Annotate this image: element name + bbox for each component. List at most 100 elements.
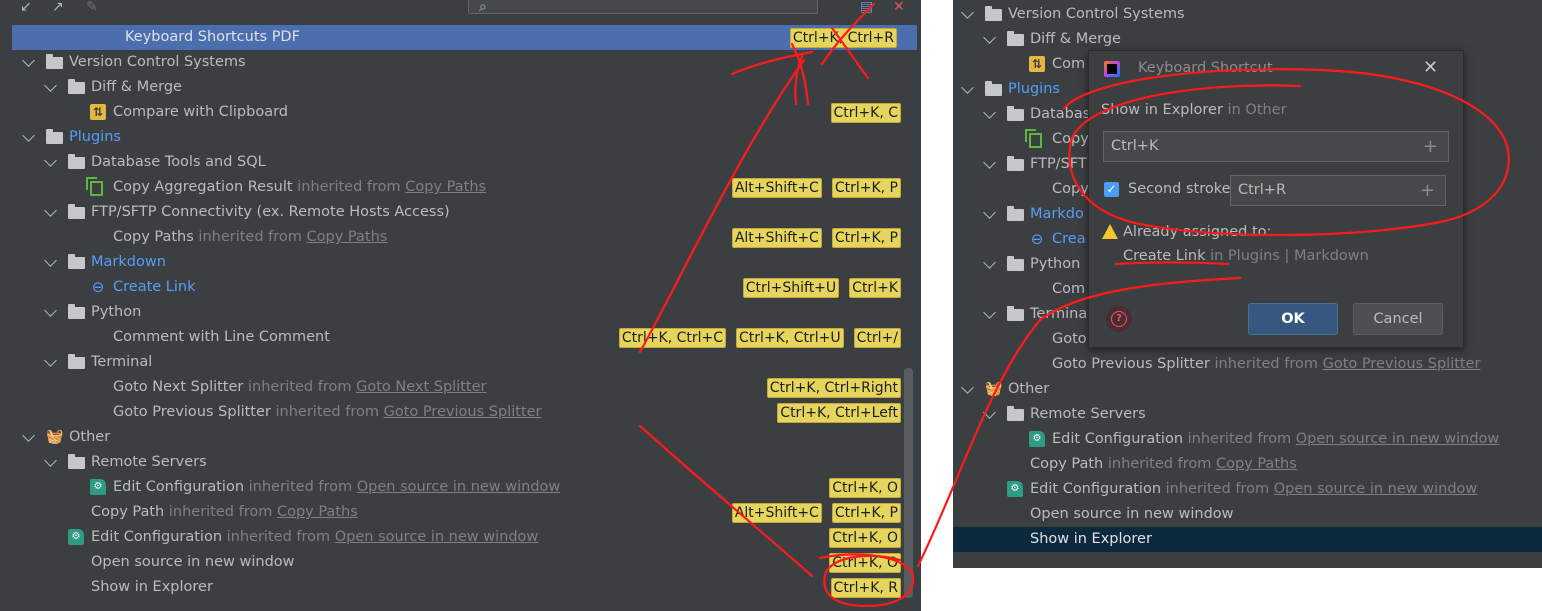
chevron-down-icon[interactable] [22,429,35,442]
tree-row[interactable]: Show in Explorer Ctrl+K, R [0,575,921,600]
tree-row[interactable]: Diff & Merge [0,75,921,100]
inherited-from-link[interactable]: Copy Paths [277,504,358,520]
tree-row-label: Goto Previous Splitter inherited from Go… [113,400,541,425]
chevron-down-icon[interactable] [44,154,57,167]
chevron-down-icon[interactable] [983,31,996,44]
chevron-down-icon[interactable] [983,106,996,119]
tree-row-label: Terminal [91,350,152,375]
tree-row[interactable]: ⚙ Edit Configuration inherited from Open … [0,475,921,500]
tree-row[interactable]: Terminal [0,350,921,375]
shortcut-list: Ctrl+K, R [830,575,901,598]
chevron-down-icon[interactable] [961,6,974,19]
action-label: Goto [1052,331,1087,347]
search-input[interactable]: ⌕ [468,0,818,15]
tree-row[interactable]: 🧺 Other [0,425,921,450]
tree-row[interactable]: Open source in new window [953,502,1542,527]
chevron-down-icon[interactable] [44,454,57,467]
tree-row-label: Com [1052,277,1085,302]
config-icon: ⚙ [1007,481,1023,497]
tree-row[interactable]: ⇅ Compare with Clipboard Ctrl+K, C [0,100,921,125]
tree-row[interactable]: Python [0,300,921,325]
inherited-from-link[interactable]: Open source in new window [335,529,539,545]
tree-row[interactable]: Database Tools and SQL [0,150,921,175]
tree-row[interactable]: ⚙ Edit Configuration inherited from Open … [953,427,1542,452]
action-label: Markdo [1030,206,1084,222]
tree-row[interactable]: Copy Path inherited from Copy Paths [953,452,1542,477]
tree-row[interactable]: Plugins [0,125,921,150]
shortcut-badge: Alt+Shift+C [731,178,822,198]
tree-row[interactable]: Copy Path inherited from Copy Paths Alt+S… [0,500,921,525]
chevron-down-icon[interactable] [44,304,57,317]
tree-row[interactable]: Show in Explorer [953,527,1542,552]
chevron-down-icon[interactable] [44,204,57,217]
add-icon[interactable]: + [1420,176,1435,205]
shortcut-badge: Ctrl+Shift+U [742,278,840,298]
chevron-down-icon[interactable] [983,406,996,419]
tree-row[interactable]: Diff & Merge [953,27,1542,52]
tree-row[interactable]: FTP/SFTP Connectivity (ex. Remote Hosts … [0,200,921,225]
tree-row[interactable]: Goto Next Splitter inherited from Goto N… [0,375,921,400]
chevron-down-icon[interactable] [983,306,996,319]
inherited-from-link[interactable]: Open source in new window [357,479,561,495]
tree-row[interactable]: Version Control Systems [953,2,1542,27]
tree-row[interactable]: Comment with Line Comment Ctrl+K, Ctrl+C C… [0,325,921,350]
tree-row[interactable]: ⚙ Edit Configuration inherited from Open … [0,525,921,550]
second-stroke-checkbox[interactable]: ✓ [1104,182,1119,197]
expand-all-icon[interactable]: ↙ [20,0,32,14]
shortcut-badge: Ctrl+K, O [829,553,901,573]
tree-row-label: Remote Servers [1030,402,1146,427]
inherited-from-link[interactable]: Goto Previous Splitter [384,404,542,420]
tree-row[interactable]: Copy Aggregation Result inherited from C… [0,175,921,200]
tree-row[interactable]: Markdown [0,250,921,275]
inherited-from-link[interactable]: Copy Paths [405,179,486,195]
inherited-from-link[interactable]: Goto Next Splitter [356,379,486,395]
inherited-from-link[interactable]: Copy Paths [307,229,388,245]
ok-button[interactable]: OK [1248,303,1338,335]
vertical-scrollbar[interactable] [904,368,913,598]
chevron-down-icon[interactable] [983,206,996,219]
add-icon[interactable]: + [1423,132,1438,161]
close-icon[interactable]: ✕ [1423,57,1438,78]
diff-icon: ⇅ [1029,56,1045,72]
tree-row[interactable]: ⊖ Create Link Ctrl+Shift+U Ctrl+K [0,275,921,300]
tree-row[interactable]: Copy Paths inherited from Copy Paths Alt+… [0,225,921,250]
chevron-down-icon[interactable] [22,54,35,67]
shortcut-badge: Ctrl+K, O [829,478,901,498]
tree-row[interactable]: Goto Previous Splitter inherited from Go… [953,352,1542,377]
chevron-down-icon[interactable] [44,79,57,92]
action-label: Edit Configuration [113,479,245,495]
action-group: in Other [1222,102,1287,118]
inherited-from-link[interactable]: Goto Previous Splitter [1323,356,1481,372]
inherited-from-text: inherited from [244,479,357,495]
second-stroke-field[interactable]: Ctrl+R + [1230,175,1446,206]
tree-row[interactable]: Keyboard Shortcuts PDF Ctrl+K, Ctrl+R [12,25,917,50]
chevron-down-icon[interactable] [44,354,57,367]
cancel-button[interactable]: Cancel [1353,303,1443,335]
edit-icon[interactable]: ✎ [86,0,98,14]
chevron-down-icon[interactable] [983,256,996,269]
first-stroke-field[interactable]: Ctrl+K + [1103,131,1449,162]
find-shortcut-icon[interactable]: ▤ [860,0,873,14]
inherited-from-link[interactable]: Copy Paths [1216,456,1297,472]
chevron-down-icon[interactable] [22,129,35,142]
tree-row[interactable]: Open source in new window Ctrl+K, O [0,550,921,575]
folder-icon [68,204,85,219]
help-button[interactable]: ? [1106,306,1132,332]
chevron-down-icon[interactable] [961,81,974,94]
inherited-from-link[interactable]: Open source in new window [1296,431,1500,447]
folder-icon [985,6,1002,21]
chevron-down-icon[interactable] [961,381,974,394]
tree-row[interactable]: Remote Servers [953,402,1542,427]
inherited-from-link[interactable]: Open source in new window [1274,481,1478,497]
tree-row[interactable]: 🧺 Other [953,377,1542,402]
chevron-down-icon[interactable] [44,254,57,267]
shortcut-badge: Ctrl+/ [853,328,901,348]
tree-row[interactable]: Goto Previous Splitter inherited from Go… [0,400,921,425]
tree-row[interactable]: Remote Servers [0,450,921,475]
tree-row-label: Comment with Line Comment [113,325,330,350]
chevron-down-icon[interactable] [983,156,996,169]
tree-row[interactable]: ⚙ Edit Configuration inherited from Open … [953,477,1542,502]
tree-row[interactable]: Version Control Systems [0,50,921,75]
clear-filter-icon[interactable]: ✕ [893,0,905,14]
collapse-all-icon[interactable]: ↗ [52,0,64,14]
